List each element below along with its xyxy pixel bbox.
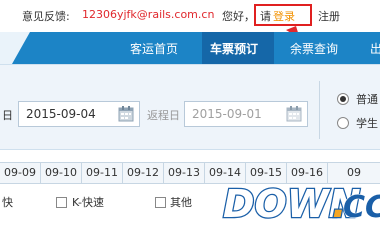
login-prefix: 请 — [260, 10, 271, 23]
register-link[interactable]: 注册 — [318, 8, 340, 24]
date-tab[interactable]: 09-10 — [41, 163, 82, 183]
feedback-email-link[interactable]: 12306yjfk@rails.com.cn — [82, 8, 214, 21]
train-filter-checkbox-other[interactable] — [155, 197, 166, 208]
login-link[interactable]: 登录 — [273, 8, 295, 24]
train-filter-label: 其他 — [170, 196, 192, 209]
ticket-type-student-label: 学生 — [356, 117, 378, 130]
train-filter-checkbox-k[interactable] — [56, 197, 67, 208]
top-bar: 意见反馈: 12306yjfk@rails.com.cn 您好， 请 登录 注册 — [0, 0, 380, 30]
date-tab[interactable]: 09-12 — [123, 163, 164, 183]
return-date-value: 2015-09-01 — [192, 107, 262, 121]
nav-more[interactable]: 出 — [370, 40, 380, 57]
train-filter-label: 快 — [2, 196, 13, 209]
feedback-label: 意见反馈: — [22, 10, 70, 23]
ticket-type-radio-normal[interactable] — [337, 93, 349, 105]
ticket-type-normal-label: 普通 — [356, 93, 378, 106]
date-tab[interactable]: 09-13 — [164, 163, 205, 183]
date-tab[interactable]: 09-11 — [82, 163, 123, 183]
downcc-watermark-logo: DOWN . CC — [222, 181, 380, 224]
search-form: 日 2015-09-04 返程日 2015-09-01 普通 学生 — [0, 64, 380, 150]
return-date-label: 返程日 — [147, 109, 180, 122]
nav-booking-active[interactable]: 车票预订 — [202, 32, 274, 64]
svg-text:CC: CC — [343, 190, 380, 224]
departure-date-input[interactable]: 2015-09-04 — [18, 101, 140, 127]
train-filter-label: K-快速 — [72, 196, 105, 209]
return-date-input[interactable]: 2015-09-01 — [184, 101, 308, 127]
greeting-text: 您好， — [222, 10, 255, 23]
divider — [319, 81, 320, 139]
calendar-icon[interactable] — [117, 105, 135, 123]
calendar-icon[interactable] — [285, 105, 303, 123]
departure-day-label: 日 — [2, 109, 13, 122]
date-tab[interactable]: 09-09 — [0, 163, 41, 183]
nav-ticket-query[interactable]: 余票查询 — [290, 40, 338, 57]
login-highlight-box: 请 登录 — [254, 4, 312, 26]
nav-booking-label: 车票预订 — [210, 42, 259, 56]
nav-home[interactable]: 客运首页 — [130, 40, 178, 57]
ticket-type-radio-student[interactable] — [337, 117, 349, 129]
main-nav: 客运首页 车票预订 余票查询 出 — [0, 32, 380, 64]
departure-date-value: 2015-09-04 — [26, 107, 96, 121]
